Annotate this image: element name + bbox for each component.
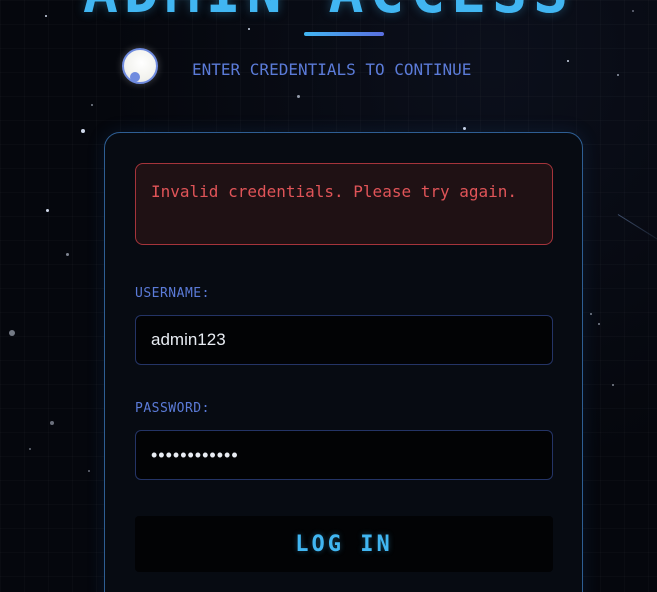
star	[91, 104, 93, 106]
moon-crater	[130, 72, 140, 82]
shooting-star	[617, 214, 657, 247]
error-message: Invalid credentials. Please try again.	[135, 163, 553, 245]
title-underline	[304, 32, 384, 36]
password-input[interactable]	[135, 430, 553, 480]
page-title: ADMIN ACCESS	[0, 0, 657, 26]
star	[81, 129, 85, 133]
star	[66, 253, 69, 256]
star	[46, 209, 49, 212]
star	[590, 313, 592, 315]
moon-icon	[122, 48, 158, 84]
password-label: PASSWORD:	[135, 401, 210, 416]
star	[29, 448, 31, 450]
star	[612, 384, 614, 386]
star	[50, 421, 54, 425]
star	[297, 95, 300, 98]
login-button[interactable]: LOG IN	[135, 516, 553, 572]
page-subtitle: ENTER CREDENTIALS TO CONTINUE	[192, 60, 472, 79]
login-card: Invalid credentials. Please try again. U…	[104, 132, 583, 592]
star	[248, 28, 250, 30]
star	[598, 323, 600, 325]
star	[617, 74, 619, 76]
star	[463, 127, 466, 130]
star	[9, 330, 15, 336]
username-label: USERNAME:	[135, 286, 210, 301]
star	[88, 470, 90, 472]
star	[567, 60, 569, 62]
username-input[interactable]	[135, 315, 553, 365]
